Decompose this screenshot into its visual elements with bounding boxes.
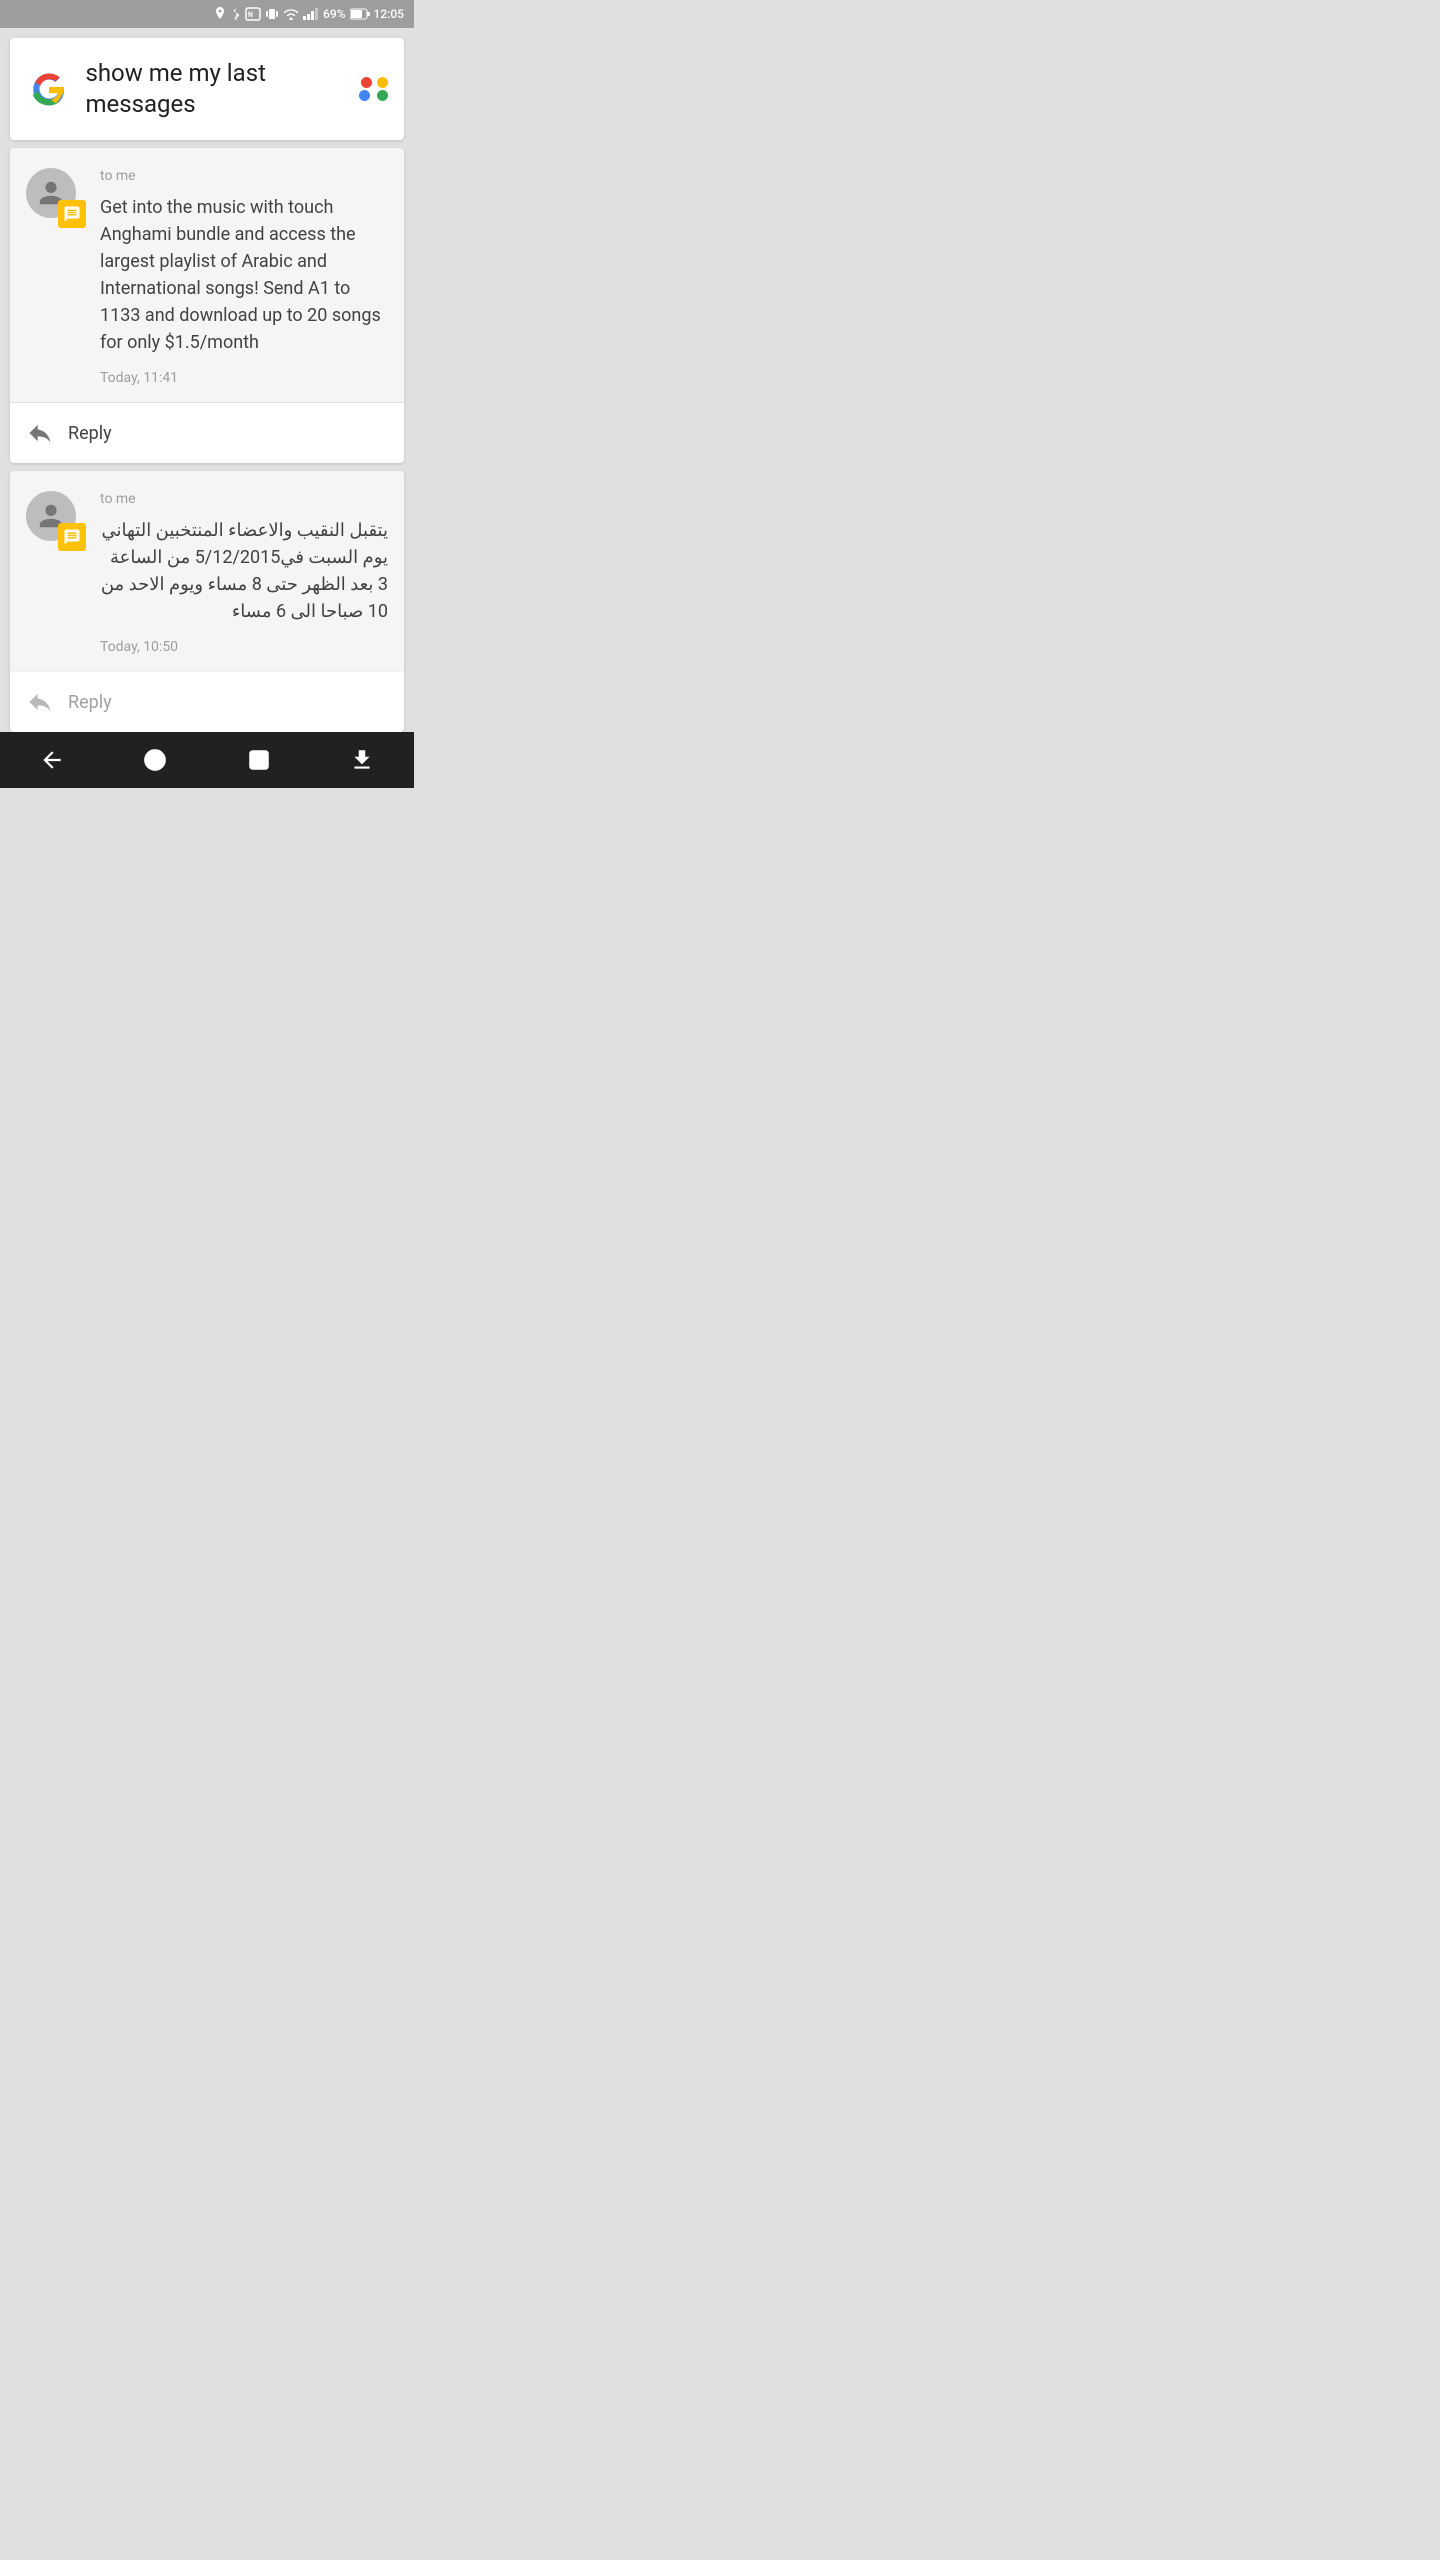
sms-icon-2: [63, 528, 81, 546]
search-card: show me my last messages: [10, 38, 404, 140]
bluetooth-icon: [230, 7, 241, 21]
google-loading-dots: [355, 77, 388, 101]
sms-icon-1: [63, 205, 81, 223]
reply-label-2: Reply: [68, 692, 112, 713]
reply-button-2[interactable]: Reply: [10, 671, 404, 732]
google-logo: [26, 64, 71, 114]
message-time-2: Today, 10:50: [100, 639, 388, 655]
location-icon: [214, 7, 226, 21]
dot-green: [377, 90, 388, 101]
download-button[interactable]: [349, 747, 375, 773]
reply-icon-2: [26, 688, 54, 716]
wifi-icon: [283, 8, 299, 20]
avatar-container-2: [26, 491, 86, 551]
reply-icon-1: [26, 419, 54, 447]
message-badge-1: [58, 200, 86, 228]
message-body-2: to me يتقبل النقيب والاعضاء المنتخبين ال…: [10, 471, 404, 671]
dot-yellow: [377, 77, 388, 88]
battery-percentage: 69%: [323, 7, 345, 21]
message-text-1: Get into the music with touch Anghami bu…: [100, 194, 388, 356]
dot-blue: [359, 90, 370, 101]
status-bar: N 69% 12:05: [0, 0, 414, 28]
status-time: 12:05: [374, 7, 404, 21]
message-text-2: يتقبل النقيب والاعضاء المنتخبين التهاني …: [100, 517, 388, 625]
message-badge-2: [58, 523, 86, 551]
reply-label-1: Reply: [68, 423, 112, 444]
message-card-2: to me يتقبل النقيب والاعضاء المنتخبين ال…: [10, 471, 404, 732]
message-content-1: to me Get into the music with touch Angh…: [100, 168, 388, 386]
main-content: show me my last messages: [0, 28, 414, 732]
nfc-icon: N: [245, 7, 261, 21]
message-time-1: Today, 11:41: [100, 370, 388, 386]
back-button[interactable]: [39, 747, 65, 773]
battery-icon: [350, 8, 370, 20]
message-card-1: to me Get into the music with touch Angh…: [10, 148, 404, 463]
message-content-2: to me يتقبل النقيب والاعضاء المنتخبين ال…: [100, 491, 388, 655]
avatar-container-1: [26, 168, 86, 228]
search-query: show me my last messages: [85, 58, 355, 120]
vibrate-icon: [265, 7, 279, 21]
message-to-2: to me: [100, 491, 388, 507]
reply-button-1[interactable]: Reply: [10, 402, 404, 463]
message-to-1: to me: [100, 168, 388, 184]
recents-button[interactable]: [246, 747, 272, 773]
svg-text:N: N: [248, 11, 253, 19]
signal-icon: [303, 8, 319, 20]
dot-red: [361, 77, 372, 88]
search-left: show me my last messages: [26, 58, 355, 120]
home-button[interactable]: [142, 747, 168, 773]
status-icons: N 69% 12:05: [214, 7, 404, 21]
nav-bar: [0, 732, 414, 788]
message-body-1: to me Get into the music with touch Angh…: [10, 148, 404, 402]
